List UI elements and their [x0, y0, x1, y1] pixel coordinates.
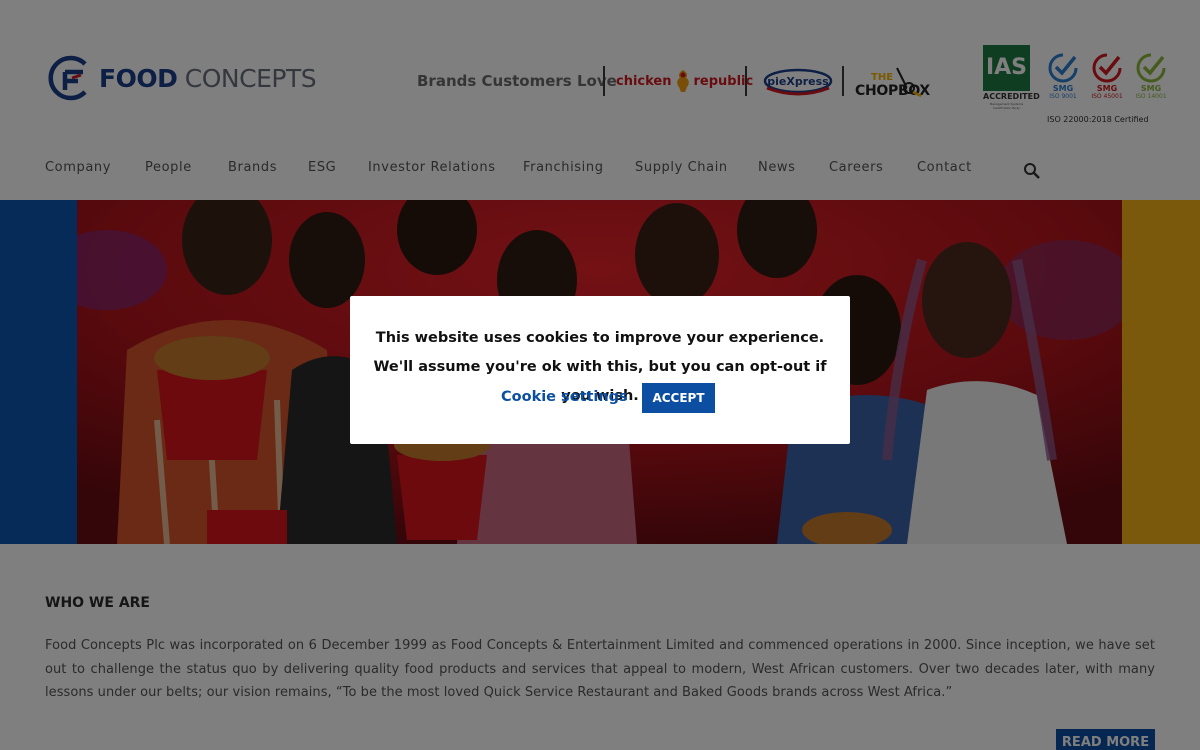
cookie-consent-modal: This website uses cookies to improve you… [350, 296, 850, 444]
accept-cookies-button[interactable]: ACCEPT [642, 383, 715, 413]
cookie-settings-link[interactable]: Cookie settings [501, 389, 628, 405]
